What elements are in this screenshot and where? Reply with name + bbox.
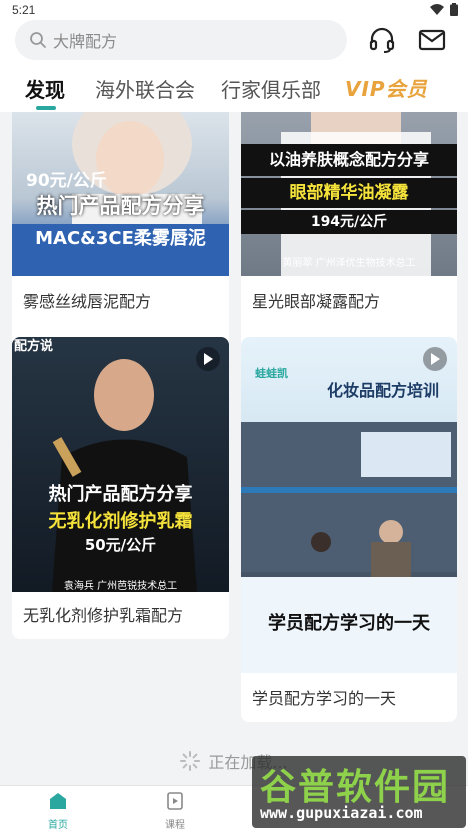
watermark-url: www.gupuxiazai.com [260, 804, 423, 822]
category-tabs: 发现 海外联合会 行家俱乐部 VIP会员 [0, 70, 468, 110]
nav-home[interactable]: 首页 [28, 792, 88, 831]
nav-courses[interactable]: 课程 [145, 792, 205, 831]
home-icon [50, 793, 66, 809]
status-bar: 5:21 [0, 0, 468, 20]
nav-home-label: 首页 [48, 820, 68, 831]
card-caption: 黄丽翠 广州泽优生物技术总工 [282, 258, 416, 269]
nav-courses-label: 课程 [165, 820, 185, 831]
card-title: 无乳化剂修护乳霜配方 [23, 606, 184, 625]
wifi-icon [430, 4, 444, 15]
mail-icon[interactable] [418, 26, 446, 54]
card-overlay-headline: 热门产品配方分享 [36, 194, 205, 218]
card-title: 雾感丝绒唇泥配方 [23, 292, 152, 311]
watermark: 谷普软件园 www.gupuxiazai.com [252, 756, 466, 828]
search-input[interactable]: 大牌配方 [15, 20, 347, 60]
tab-experts-club[interactable]: 行家俱乐部 [221, 74, 321, 103]
battery-icon [450, 3, 458, 16]
card-overlay-subheadline: MAC&3CE柔雾唇泥 [35, 228, 206, 249]
tab-overseas-association[interactable]: 海外联合会 [95, 74, 195, 103]
card-overlay-subheadline: 无乳化剂修护乳霜 [48, 511, 193, 532]
tab-discover[interactable]: 发现 [25, 74, 65, 103]
card-overlay-headline: 热门产品配方分享 [48, 484, 193, 505]
status-icons [430, 3, 458, 16]
card-title: 学员配方学习的一天 [252, 689, 397, 708]
search-icon [30, 32, 46, 48]
tab-active-indicator [36, 106, 56, 110]
card-caption: 袁海兵 广州芭锐技术总工 [63, 581, 178, 592]
recipe-card[interactable]: 蛙蛙凯 化妆品配方培训 学员配方学习的一天 学员配方学习的一天 [241, 337, 457, 722]
card-thumbnail: 配方说 热门产品配方分享 无乳化剂修护乳霜 50元/公斤 袁海兵 广州芭锐技术总… [12, 337, 229, 592]
card-overlay-subheadline: 眼部精华油凝露 [241, 178, 457, 208]
card-overlay-subheadline: 学员配方学习的一天 [268, 613, 430, 634]
header: 大牌配方 发现 海外联合会 行家俱乐部 VIP会员 [0, 20, 468, 112]
search-placeholder: 大牌配方 [53, 32, 118, 51]
brand-logo: 蛙蛙凯 [255, 367, 288, 380]
play-icon[interactable] [423, 347, 447, 371]
card-title: 星光眼部凝露配方 [252, 292, 381, 311]
brand-badge: 配方说 [14, 339, 54, 354]
video-play-icon [167, 792, 183, 810]
card-thumbnail: 以油养肤概念配方分享 眼部精华油凝露 194元/公斤 黄丽翠 广州泽优生物技术总… [241, 112, 457, 276]
card-price: 90元/公斤 [26, 171, 107, 191]
status-time: 5:21 [12, 3, 36, 17]
card-price: 194元/公斤 [241, 210, 457, 234]
card-overlay-headline: 化妆品配方培训 [327, 381, 440, 400]
play-icon[interactable] [196, 347, 220, 371]
tab-vip[interactable]: VIP会员 [345, 73, 428, 102]
card-thumbnail: 蛙蛙凯 化妆品配方培训 学员配方学习的一天 [241, 337, 457, 673]
content-feed: 90元/公斤 热门产品配方分享 MAC&3CE柔雾唇泥 雾感丝绒唇泥配方 以油养… [0, 112, 468, 784]
card-price: 50元/公斤 [84, 536, 157, 554]
card-thumbnail: 90元/公斤 热门产品配方分享 MAC&3CE柔雾唇泥 [12, 112, 229, 276]
card-overlay-headline: 以油养肤概念配方分享 [241, 144, 457, 176]
spinner-icon [180, 751, 201, 771]
headset-icon[interactable] [368, 26, 396, 54]
watermark-title: 谷普软件园 [260, 767, 451, 808]
recipe-card[interactable]: 配方说 热门产品配方分享 无乳化剂修护乳霜 50元/公斤 袁海兵 广州芭锐技术总… [12, 337, 229, 639]
